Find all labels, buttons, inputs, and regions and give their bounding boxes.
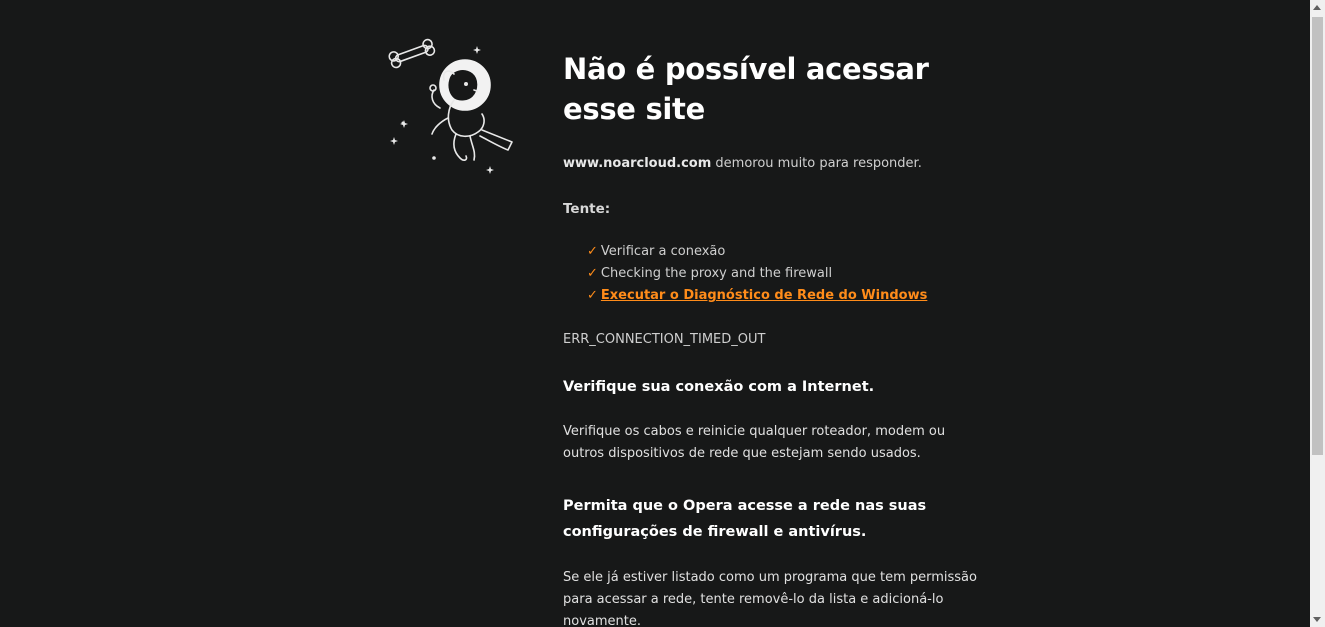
scroll-up-arrow-icon[interactable]: [1313, 5, 1321, 10]
suggestion-item: ✓ Checking the proxy and the firewall: [587, 263, 983, 285]
section-heading-internet: Verifique sua conexão com a Internet.: [563, 379, 875, 395]
check-icon: ✓: [587, 244, 598, 259]
error-content: Não é possível acessar esse site www.noa…: [563, 49, 983, 627]
section-body-internet: Verifique os cabos e reinicie qualquer r…: [563, 424, 946, 461]
suggestion-label: Verificar a conexão: [600, 244, 726, 259]
check-icon: ✓: [587, 266, 598, 281]
section-body-firewall: Se ele já estiver listado como um progra…: [563, 570, 977, 627]
try-label: Tente:: [563, 201, 611, 217]
error-description: www.noarcloud.com demorou muito para res…: [563, 154, 983, 174]
host-name: www.noarcloud.com: [563, 156, 712, 171]
section-heading-firewall: Permita que o Opera acesse a rede nas su…: [563, 498, 927, 540]
star-icon: [401, 121, 405, 125]
error-code: ERR_CONNECTION_TIMED_OUT: [563, 332, 766, 347]
star-icon: [390, 137, 398, 145]
star-icon: [473, 46, 481, 54]
scroll-down-arrow-icon[interactable]: [1313, 617, 1321, 622]
network-diagnostics-link[interactable]: Executar o Diagnóstico de Rede do Window…: [601, 288, 927, 303]
description-text: demorou muito para responder.: [711, 156, 922, 171]
error-page: Não é possível acessar esse site www.noa…: [0, 0, 1325, 627]
bone-icon: [388, 38, 436, 69]
vertical-scrollbar[interactable]: [1310, 0, 1325, 627]
scroll-thumb[interactable]: [1312, 17, 1323, 455]
suggestion-label: Checking the proxy and the firewall: [600, 266, 833, 281]
page-title: Não é possível acessar esse site: [563, 52, 929, 126]
suggestion-item: ✓ Verificar a conexão: [587, 241, 983, 263]
star-icon: [432, 156, 436, 160]
check-icon: ✓: [587, 288, 598, 303]
star-icon: [486, 166, 494, 174]
suggestion-list: ✓ Verificar a conexão ✓ Checking the proxy…: [587, 241, 983, 307]
suggestion-item: ✓ Executar o Diagnóstico de Rede do Windo…: [587, 285, 983, 307]
space-dog-illustration: [388, 38, 513, 174]
